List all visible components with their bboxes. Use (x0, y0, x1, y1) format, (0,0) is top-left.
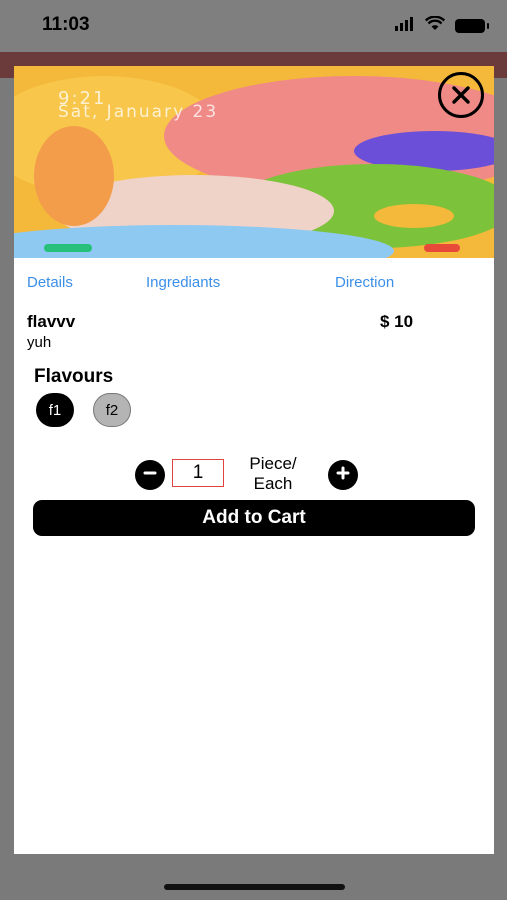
add-to-cart-button[interactable]: Add to Cart (33, 500, 475, 536)
status-time: 11:03 (42, 14, 90, 35)
unit-label-line2: Each (253, 474, 293, 493)
quantity-field[interactable] (172, 459, 224, 487)
minus-icon (142, 465, 158, 486)
unit-label: Piece/ Each (238, 454, 308, 494)
flavour-option-f1[interactable]: f1 (36, 393, 74, 427)
product-description: yuh (27, 334, 52, 351)
unit-label-line1: Piece/ (249, 454, 297, 473)
product-tabs: Details Ingrediants Direction (14, 274, 494, 298)
quantity-stepper: Piece/ Each (14, 454, 494, 494)
tab-details[interactable]: Details (27, 274, 73, 291)
product-name: flavvv (27, 312, 76, 331)
wifi-icon (424, 15, 446, 36)
product-modal: 9:21 Sat, January 23 Details Ingrediants… (14, 66, 494, 854)
battery-icon (455, 19, 489, 33)
close-icon (450, 84, 472, 106)
status-bar: 11:03 (0, 0, 507, 52)
image-text-date: Sat, January 23 (58, 102, 219, 122)
home-indicator[interactable] (164, 884, 345, 890)
tab-ingrediants[interactable]: Ingrediants (146, 274, 220, 291)
flavour-option-label: f2 (105, 401, 119, 419)
flavour-option-f2[interactable]: f2 (93, 393, 131, 427)
flavours-heading: Flavours (34, 366, 114, 387)
decrement-button[interactable] (135, 460, 165, 490)
product-price: $ 10 (380, 312, 414, 331)
status-icons (395, 15, 489, 36)
plus-icon (335, 465, 351, 486)
close-button[interactable] (438, 72, 484, 118)
signal-icon (395, 16, 415, 36)
product-image: 9:21 Sat, January 23 (14, 66, 494, 258)
tab-direction[interactable]: Direction (335, 274, 394, 291)
flavour-option-label: f1 (48, 401, 62, 419)
increment-button[interactable] (328, 460, 358, 490)
